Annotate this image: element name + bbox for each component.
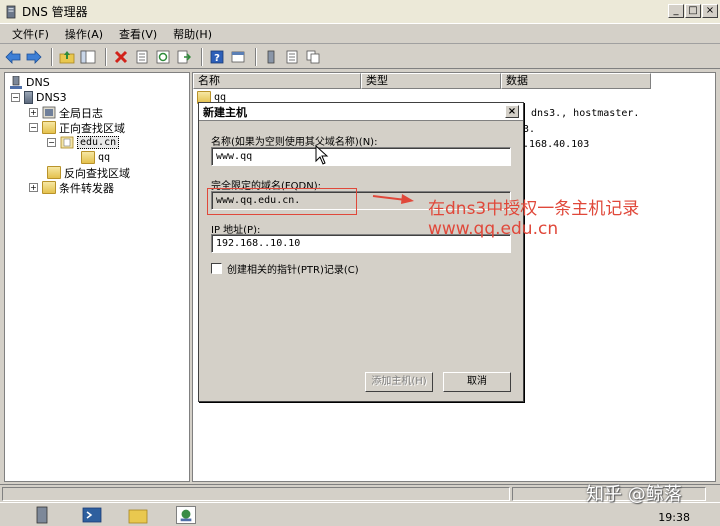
svg-text:?: ? <box>214 53 220 64</box>
folder-icon <box>47 166 61 179</box>
tree-label-reverse-zones: 反向查找区域 <box>64 166 130 180</box>
annotation-arrow-icon <box>372 194 414 204</box>
refresh-icon[interactable] <box>154 48 172 66</box>
cancel-button[interactable]: 取消 <box>443 372 511 392</box>
annotation-text-line1: 在dns3中授权一条主机记录 <box>428 199 640 219</box>
log-icon <box>42 106 56 119</box>
forward-arrow-icon[interactable] <box>25 48 43 66</box>
tree-item-subdomain-qq[interactable]: qq <box>81 150 110 165</box>
taskbar-clock: 19:38 <box>658 511 690 524</box>
annotation-highlight-box <box>207 188 357 215</box>
dialog-title: 新建主机 <box>203 105 247 119</box>
back-arrow-icon[interactable] <box>4 48 22 66</box>
expand-toggle[interactable]: + <box>29 183 38 192</box>
toolbar: ? <box>0 45 720 69</box>
dns-manager-task-icon[interactable] <box>176 506 196 524</box>
server-manager-icon[interactable] <box>32 506 52 524</box>
new-host-dialog: 新建主机 × 名称(如果为空则使用其父域名称)(N): www.qq 完全限定的… <box>198 102 524 402</box>
name-label: 名称(如果为空则使用其父域名称)(N): <box>211 137 378 148</box>
close-button[interactable]: × <box>702 4 718 18</box>
maximize-button[interactable]: □ <box>685 4 701 18</box>
up-folder-icon[interactable] <box>58 48 76 66</box>
tree-item-forward-zones[interactable]: − 正向查找区域 <box>29 120 125 135</box>
column-header-data[interactable]: 数据 <box>501 73 651 89</box>
toolbar-separator <box>255 47 257 66</box>
tree-item-zone-edu-cn[interactable]: − edu.cn <box>47 135 120 150</box>
tree-label-server: DNS3 <box>36 91 67 104</box>
tree-label-dns: DNS <box>26 76 50 89</box>
title-bar: DNS 管理器 <box>0 0 720 24</box>
dialog-close-button[interactable]: × <box>505 105 519 118</box>
tree-item-server[interactable]: − DNS3 <box>11 90 67 105</box>
dialog-title-bar: 新建主机 × <box>199 103 523 121</box>
menu-help[interactable]: 帮助(H) <box>165 26 220 42</box>
tree-item-global-logs[interactable]: + 全局日志 <box>29 105 103 120</box>
menu-action[interactable]: 操作(A) <box>57 26 111 42</box>
toolbar-separator <box>105 47 107 66</box>
tree-item-conditional-forwarders[interactable]: + 条件转发器 <box>29 180 114 195</box>
powershell-icon[interactable] <box>82 506 102 524</box>
copy-icon[interactable] <box>304 48 322 66</box>
ns-record-data: 3. <box>523 124 536 135</box>
folder-icon <box>42 121 56 134</box>
folder-icon <box>42 181 56 194</box>
dns-server-icon <box>6 5 16 18</box>
annotation-text-line2: www.qq.edu.cn <box>428 219 559 239</box>
server-icon <box>24 91 33 104</box>
minimize-button[interactable]: _ <box>668 4 684 18</box>
list-header: 名称 类型 数据 <box>193 73 651 89</box>
menu-bar: 文件(F) 操作(A) 查看(V) 帮助(H) <box>0 24 720 44</box>
window-title: DNS 管理器 <box>22 5 88 19</box>
tree-label-zone: edu.cn <box>77 136 120 149</box>
menu-file[interactable]: 文件(F) <box>4 26 57 42</box>
column-header-type[interactable]: 类型 <box>361 73 501 89</box>
explorer-folder-icon[interactable] <box>128 506 148 524</box>
server-icon[interactable] <box>262 48 280 66</box>
list-icon[interactable] <box>283 48 301 66</box>
properties-icon[interactable] <box>133 48 151 66</box>
tree-label-subdomain: qq <box>98 152 111 163</box>
expand-toggle[interactable]: + <box>29 108 38 117</box>
mmc-icon[interactable] <box>229 48 247 66</box>
tree-item-dns[interactable]: DNS <box>9 75 50 90</box>
zone-icon <box>60 136 74 149</box>
collapse-toggle[interactable]: − <box>11 93 20 102</box>
soa-record-data: , dns3., hostmaster. <box>519 108 640 119</box>
collapse-toggle[interactable]: − <box>29 123 38 132</box>
tree-label-forward-zones: 正向查找区域 <box>59 121 125 135</box>
menu-view[interactable]: 查看(V) <box>111 26 165 42</box>
column-header-name[interactable]: 名称 <box>193 73 361 89</box>
ptr-checkbox-label[interactable]: 创建相关的指针(PTR)记录(C) <box>227 261 359 276</box>
tree-label-conditional-forwarders: 条件转发器 <box>59 181 114 195</box>
status-cell-main <box>2 487 510 501</box>
help-icon[interactable]: ? <box>208 48 226 66</box>
add-host-button[interactable]: 添加主机(H) <box>365 372 433 392</box>
collapse-toggle[interactable]: − <box>47 138 56 147</box>
delete-icon[interactable] <box>112 48 130 66</box>
watermark: 知乎 @鲸落 <box>586 484 682 505</box>
export-icon[interactable] <box>175 48 193 66</box>
tree-item-reverse-zones[interactable]: 反向查找区域 <box>47 165 130 180</box>
folder-icon <box>81 151 95 164</box>
console-tree-icon[interactable] <box>79 48 97 66</box>
dns-icon <box>10 76 22 89</box>
toolbar-separator <box>201 47 203 66</box>
mouse-cursor-icon <box>315 145 329 165</box>
ptr-checkbox[interactable] <box>211 263 222 274</box>
toolbar-separator <box>51 47 53 66</box>
a-record-data: .168.40.103 <box>523 139 590 150</box>
tree-label-global-logs: 全局日志 <box>59 106 103 120</box>
console-tree[interactable]: DNS − DNS3 + 全局日志 − 正向查找区域 − edu.cn qq 反… <box>4 72 190 482</box>
host-name-input[interactable]: www.qq <box>211 147 511 166</box>
